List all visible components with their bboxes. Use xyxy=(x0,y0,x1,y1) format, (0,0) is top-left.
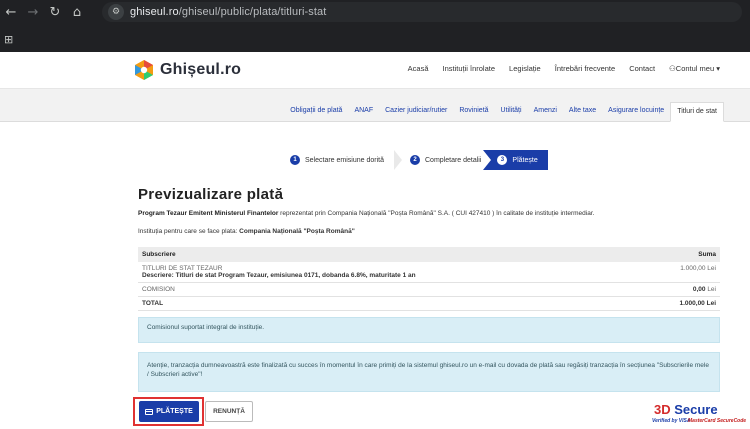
site-header: Ghișeul.ro Acasă Instituții înrolate Leg… xyxy=(0,52,750,89)
forward-icon[interactable]: → xyxy=(22,1,44,23)
tab-cazier[interactable]: Cazier judiciar/rutier xyxy=(379,102,453,122)
logo-mark-icon xyxy=(135,60,153,80)
address-bar[interactable]: ⚙ ghiseul.ro/ghiseul/public/plata/titlur… xyxy=(102,2,742,22)
browser-chrome: ← → ↻ ⌂ ⚙ ghiseul.ro/ghiseul/public/plat… xyxy=(0,0,750,52)
nav-acasa[interactable]: Acasă xyxy=(408,64,429,73)
cancel-button[interactable]: RENUNȚĂ xyxy=(205,401,253,422)
tab-utilitati[interactable]: Utilități xyxy=(495,102,528,122)
tab-rovinieta[interactable]: Rovinietă xyxy=(453,102,494,122)
step-number: 2 xyxy=(410,155,420,165)
institution-line: Instituția pentru care se face plata: Co… xyxy=(138,228,355,235)
nav-contul-meu[interactable]: ⚇Contul meu ▾ xyxy=(669,64,720,73)
tab-anaf[interactable]: ANAF xyxy=(348,102,379,122)
step-3: 3 Plătește xyxy=(483,150,548,170)
payment-table: Subscriere Suma TITLURI DE STAT TEZAUR D… xyxy=(138,247,720,311)
step-number: 1 xyxy=(290,155,300,165)
step-separator-icon xyxy=(394,150,402,170)
bookmarks-bar: ⊞ xyxy=(0,28,750,50)
row-subscriere-cell: TITLURI DE STAT TEZAUR Descriere: Titlur… xyxy=(138,262,641,283)
tab-alte-taxe[interactable]: Alte taxe xyxy=(563,102,602,122)
tab-asigurare[interactable]: Asigurare locuințe xyxy=(602,102,670,122)
url-text: ghiseul.ro/ghiseul/public/plata/titluri-… xyxy=(130,6,327,18)
col-suma: Suma xyxy=(640,247,720,262)
nav-intrebari[interactable]: Întrebări frecvente xyxy=(555,64,615,73)
row-amount-cell: 1.000,00 Lei xyxy=(640,262,720,283)
mastercard-securecode-logo: MasterCard SecureCode xyxy=(688,418,747,424)
pay-button[interactable]: PLĂTEȘTE xyxy=(139,401,199,422)
row-amount-cell: 0,00 Lei xyxy=(640,282,720,297)
row-label-cell: COMISION xyxy=(138,282,641,297)
browser-toolbar: ← → ↻ ⌂ ⚙ ghiseul.ro/ghiseul/public/plat… xyxy=(0,0,750,24)
tab-titluri-de-stat[interactable]: Titluri de stat xyxy=(670,102,724,122)
tab-obligatii[interactable]: Obligații de plată xyxy=(284,102,348,122)
reload-icon[interactable]: ↻ xyxy=(44,1,66,23)
3d-secure-logo: 3D Secure xyxy=(654,402,718,417)
wizard-steps: 1 Selectare emisiune dorită 2 Completare… xyxy=(290,150,548,170)
nav-contact[interactable]: Contact xyxy=(629,64,655,73)
home-icon[interactable]: ⌂ xyxy=(66,1,88,23)
program-description: Program Tezaur Emitent Ministerul Finant… xyxy=(138,210,595,217)
user-icon: ⚇ xyxy=(669,64,676,73)
subnav: Obligații de plată ANAF Cazier judiciar/… xyxy=(284,102,724,122)
attention-note: Atenție, tranzacția dumneavoastră este f… xyxy=(138,352,720,392)
table-row-total: TOTAL 1.000,00 Lei xyxy=(138,296,720,311)
site-logo[interactable]: Ghișeul.ro xyxy=(134,59,241,81)
table-row: TITLURI DE STAT TEZAUR Descriere: Titlur… xyxy=(138,262,720,283)
row-label-cell: TOTAL xyxy=(138,296,641,311)
step-label: Completare detalii xyxy=(425,156,482,164)
back-icon[interactable]: ← xyxy=(0,1,22,23)
nav-legislatie[interactable]: Legislație xyxy=(509,64,541,73)
tab-amenzi[interactable]: Amenzi xyxy=(528,102,563,122)
main-nav: Acasă Instituții înrolate Legislație Înt… xyxy=(408,64,720,73)
step-label: Selectare emisiune dorită xyxy=(305,156,384,164)
chevron-down-icon: ▾ xyxy=(714,64,720,73)
table-header: Subscriere Suma xyxy=(138,247,720,262)
card-icon xyxy=(145,408,154,415)
apps-grid-icon[interactable]: ⊞ xyxy=(4,33,13,46)
table-row: COMISION 0,00 Lei xyxy=(138,282,720,297)
row-amount-cell: 1.000,00 Lei xyxy=(640,296,720,311)
nav-institutii[interactable]: Instituții înrolate xyxy=(443,64,496,73)
step-number: 3 xyxy=(497,155,508,165)
site-info-icon[interactable]: ⚙ xyxy=(108,4,124,20)
step-2: 2 Completare detalii xyxy=(410,150,491,170)
step-label: Plătește xyxy=(512,156,538,164)
verified-by-visa-logo: Verified by VISA xyxy=(652,418,691,424)
subnav-band: Obligații de plată ANAF Cazier judiciar/… xyxy=(0,89,750,122)
logo-text: Ghișeul.ro xyxy=(160,61,242,78)
commission-note: Comisionul suportat integral de instituț… xyxy=(138,317,720,343)
col-subscriere: Subscriere xyxy=(138,247,641,262)
page-title: Previzualizare plată xyxy=(138,186,284,203)
step-1: 1 Selectare emisiune dorită xyxy=(290,150,394,170)
